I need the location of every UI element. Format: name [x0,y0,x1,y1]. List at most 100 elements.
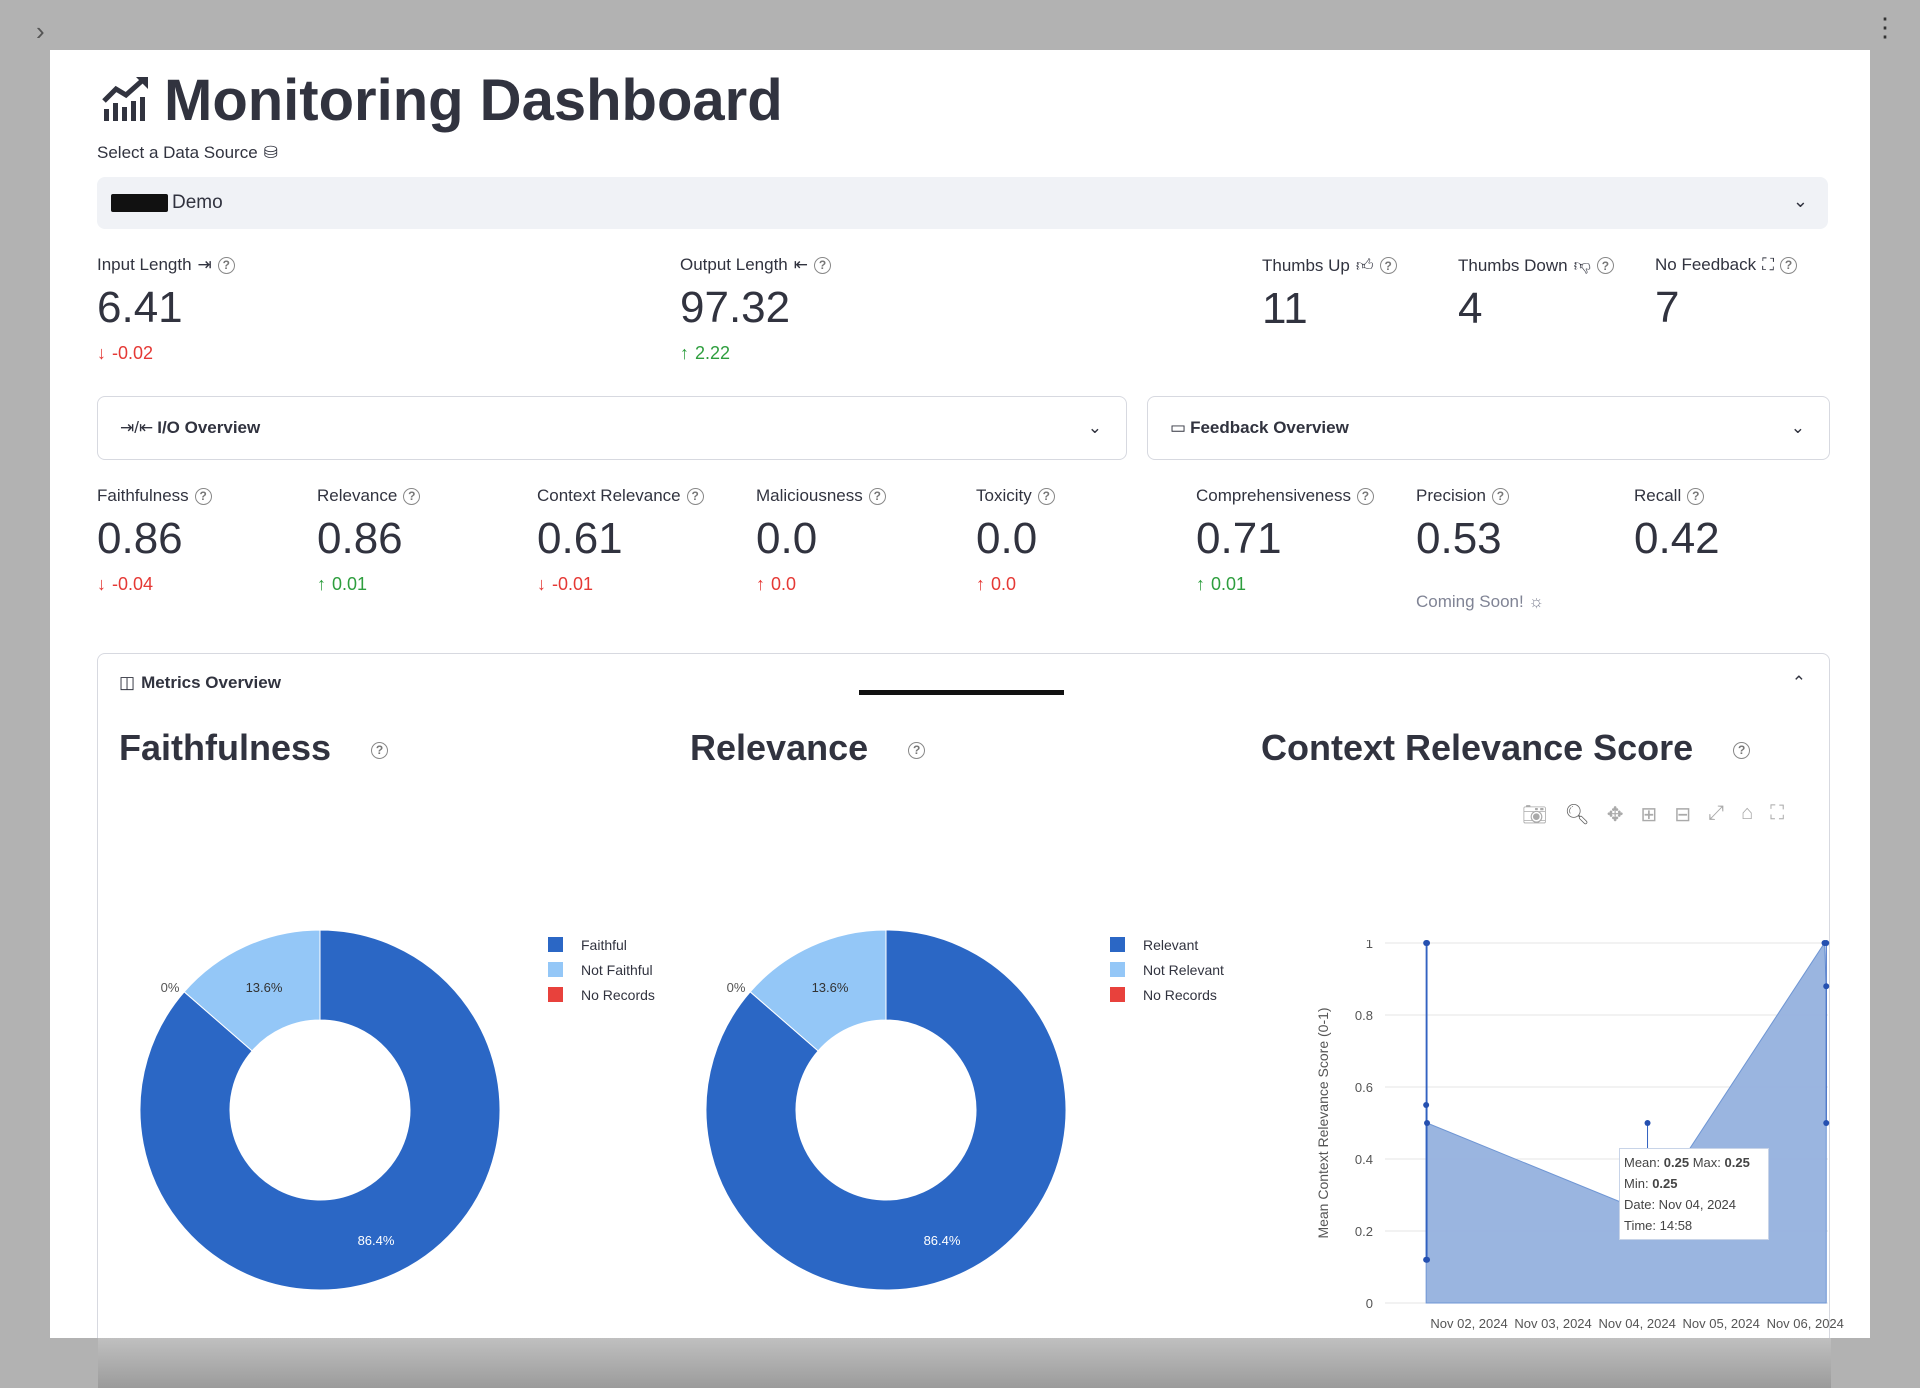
zoom-in-icon[interactable]: ⊞ [1641,802,1658,827]
metric-output-length: Output Length ⇤? 97.32 ↑ 2.22 [680,255,1240,364]
y-tick-label: 1 [1366,940,1373,951]
thumbs-down-icon: 👎︎ [1573,256,1591,275]
legend-item[interactable]: No Records [1110,982,1224,1007]
data-point[interactable] [1821,940,1828,946]
pan-icon[interactable]: ✥ [1607,802,1624,827]
x-tick-label: Nov 02, 2024 [1430,1316,1507,1331]
help-icon[interactable]: ? [1379,257,1397,274]
chart-tooltip: Mean: 0.25 Max: 0.25 Min: 0.25 Date: Nov… [1619,1148,1769,1240]
help-icon[interactable]: ? [686,487,704,505]
autoscale-icon[interactable]: ⤢ [1708,802,1724,827]
fullscreen-icon[interactable]: ⛶ [1770,802,1784,827]
expander-label: I/O Overview [157,418,261,437]
help-icon[interactable]: ? [194,487,212,505]
more-options-icon[interactable]: ⋮ [1872,12,1898,43]
help-icon[interactable]: ? [814,256,832,274]
arrow-up-icon: ↑ [1196,574,1205,594]
metric-faithfulness: Faithfulness? 0.86 ↓ -0.04 [97,486,212,595]
focus-icon: ⛶ [1762,255,1775,274]
y-tick-label: 0.4 [1355,1152,1373,1167]
metrics-overview-expander[interactable]: ◫ Metrics Overview ⌃ [97,653,1830,713]
metric-maliciousness: Maliciousness? 0.0 ↑ 0.0 [756,486,886,595]
legend-item[interactable]: No Records [548,982,655,1007]
metric-delta: -0.04 [112,574,154,594]
camera-icon[interactable]: 📷︎ [1522,802,1547,827]
x-tick-label: Nov 04, 2024 [1598,1316,1675,1331]
help-icon[interactable]: ? [1687,487,1705,505]
metric-input-length: Input Length ⇥? 6.41 ↓ -0.02 [97,255,657,364]
range-point[interactable] [1644,1120,1651,1126]
metric-value: 0.0 [976,514,1038,563]
area-series[interactable] [1425,941,1827,1304]
metric-thumbs-down: Thumbs Down 👎︎? 4 [1458,255,1614,334]
faithfulness-chart-title: Faithfulness? [119,727,389,769]
legend-item[interactable]: Not Faithful [548,957,655,982]
help-icon[interactable]: ? [1356,487,1374,505]
metric-no-feedback: No Feedback ⛶? 7 [1655,255,1798,333]
x-tick-label: Nov 05, 2024 [1683,1316,1760,1331]
main-panel: Monitoring Dashboard Select a Data Sourc… [50,50,1870,1338]
data-source-label: Select a Data Source ⛁ [97,143,278,162]
data-point[interactable] [1823,983,1830,990]
help-icon[interactable]: ? [1780,256,1798,274]
metric-value: 0.42 [1634,514,1720,563]
page-title: Monitoring Dashboard [100,50,783,150]
data-source-select[interactable]: Demo ⌄ [97,177,1828,229]
data-source-value: Demo [172,192,223,213]
range-point[interactable] [1823,1120,1830,1126]
io-icon: ⇥/⇤ [120,418,154,437]
metric-value: 6.41 [97,283,183,332]
redaction-mark [111,194,168,212]
faithfulness-legend: Faithful Not Faithful No Records [548,932,655,1007]
arrow-up-icon: ↑ [317,574,326,594]
help-icon[interactable]: ? [1491,487,1509,505]
metric-thumbs-up: Thumbs Up 👍︎? 11 [1262,255,1397,334]
metric-value: 0.86 [97,514,183,563]
y-tick-label: 0.6 [1355,1080,1373,1095]
y-axis-label: Mean Context Relevance Score (0-1) [1315,1007,1331,1238]
help-icon[interactable]: ? [371,741,389,759]
help-icon[interactable]: ? [1037,487,1055,505]
metric-precision: Precision? 0.53 Coming Soon! ☼ [1416,486,1545,611]
metric-relevance: Relevance? 0.86 ↑ 0.01 [317,486,421,595]
chevron-right-icon[interactable]: › [36,16,45,47]
y-tick-label: 0 [1366,1296,1373,1311]
pie-label: 86.4% [924,1233,961,1248]
help-icon[interactable]: ? [1596,257,1614,274]
metric-toxicity: Toxicity? 0.0 ↑ 0.0 [976,486,1055,595]
feedback-overview-expander[interactable]: ▭ Feedback Overview ⌄ [1147,396,1830,460]
metric-value: 97.32 [680,283,791,332]
help-icon[interactable]: ? [217,256,235,274]
relevance-pie-chart: 86.4% 13.6% 0% [705,929,1067,1291]
pie-label: 13.6% [812,980,849,995]
input-icon: ⇥ [197,255,212,274]
arrow-up-icon: ↑ [756,574,765,594]
legend-item[interactable]: Not Relevant [1110,957,1224,982]
help-icon[interactable]: ? [403,487,421,505]
home-icon[interactable]: ⌂ [1741,802,1753,827]
tab-indicator [859,690,1064,695]
data-point[interactable] [1424,1120,1431,1126]
chevron-down-icon: ⌄ [1792,191,1808,211]
zoom-out-icon[interactable]: ⊟ [1674,802,1691,827]
legend-item[interactable]: Faithful [548,932,655,957]
x-tick-label: Nov 03, 2024 [1514,1316,1591,1331]
range-point[interactable] [1424,1256,1431,1263]
range-point[interactable] [1424,940,1431,946]
help-icon[interactable]: ? [868,487,886,505]
metric-delta: 0.01 [332,574,368,594]
arrow-down-icon: ↓ [97,343,106,363]
metric-value: 0.86 [317,514,403,563]
expander-label: Feedback Overview [1190,418,1349,437]
metric-recall: Recall? 0.42 [1634,486,1720,563]
metric-context-relevance: Context Relevance? 0.61 ↓ -0.01 [537,486,704,595]
backdrop-shadow [98,1338,1831,1388]
data-point[interactable] [1423,1102,1430,1108]
zoom-icon[interactable]: 🔍︎ [1564,802,1589,827]
help-icon[interactable]: ? [908,741,926,759]
relevance-legend: Relevant Not Relevant No Records [1110,932,1224,1007]
metric-delta: 0.0 [991,574,1017,594]
legend-item[interactable]: Relevant [1110,932,1224,957]
io-overview-expander[interactable]: ⇥/⇤ I/O Overview ⌄ [97,396,1127,460]
help-icon[interactable]: ? [1733,741,1751,759]
